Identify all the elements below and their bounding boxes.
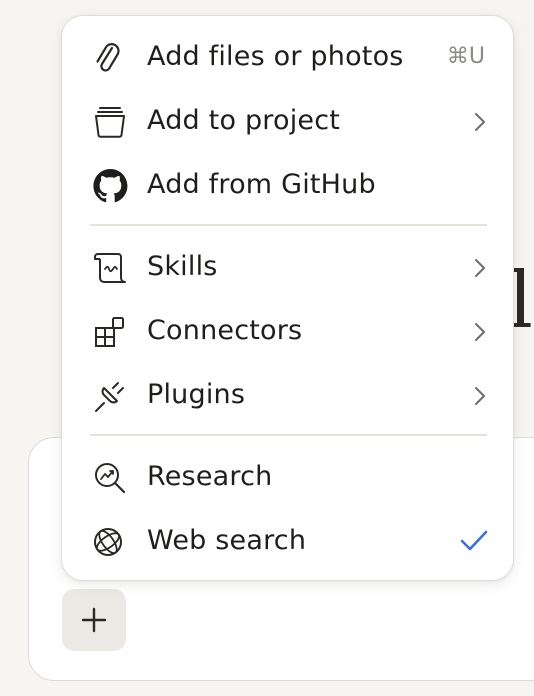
menu-item-label: Research [147, 461, 273, 492]
menu-item-add-files[interactable]: Add files or photos ⌘U [62, 25, 515, 89]
github-icon [92, 169, 128, 203]
menu-item-label: Add to project [147, 105, 341, 136]
menu-item-label: Add files or photos [147, 41, 404, 72]
menu-item-label: Skills [147, 251, 218, 282]
menu-item-add-from-github[interactable]: Add from GitHub [62, 153, 515, 217]
scroll-icon [92, 251, 128, 285]
connectors-grid-icon [92, 315, 128, 349]
globe-icon [92, 525, 128, 559]
menu-item-web-search[interactable]: Web search [62, 509, 515, 573]
research-magnifier-icon [92, 461, 128, 495]
menu-item-add-to-project[interactable]: Add to project [62, 89, 515, 153]
menu-divider [90, 434, 487, 436]
menu-item-research[interactable]: Research [62, 445, 515, 509]
chevron-right-icon [475, 387, 485, 405]
attachment-menu: Add files or photos ⌘U Add to project Ad [61, 15, 514, 581]
app-stage: l Add files or photos ⌘U Add to project … [0, 0, 534, 696]
keyboard-shortcut: ⌘U [446, 44, 485, 69]
project-folder-icon [92, 105, 128, 139]
chevron-right-icon [475, 323, 485, 341]
attach-plus-button[interactable] [62, 589, 126, 651]
checkmark-icon [460, 530, 488, 551]
menu-item-label: Connectors [147, 315, 303, 346]
menu-item-label: Add from GitHub [147, 169, 376, 200]
chevron-right-icon [475, 259, 485, 277]
menu-item-connectors[interactable]: Connectors [62, 299, 515, 363]
menu-divider [90, 224, 487, 226]
paperclip-icon [92, 41, 128, 75]
menu-item-plugins[interactable]: Plugins [62, 363, 515, 427]
plug-icon [92, 379, 128, 413]
menu-item-label: Plugins [147, 379, 246, 410]
plus-icon [81, 607, 107, 633]
chevron-right-icon [475, 113, 485, 131]
menu-item-skills[interactable]: Skills [62, 235, 515, 299]
menu-item-label: Web search [147, 525, 307, 556]
